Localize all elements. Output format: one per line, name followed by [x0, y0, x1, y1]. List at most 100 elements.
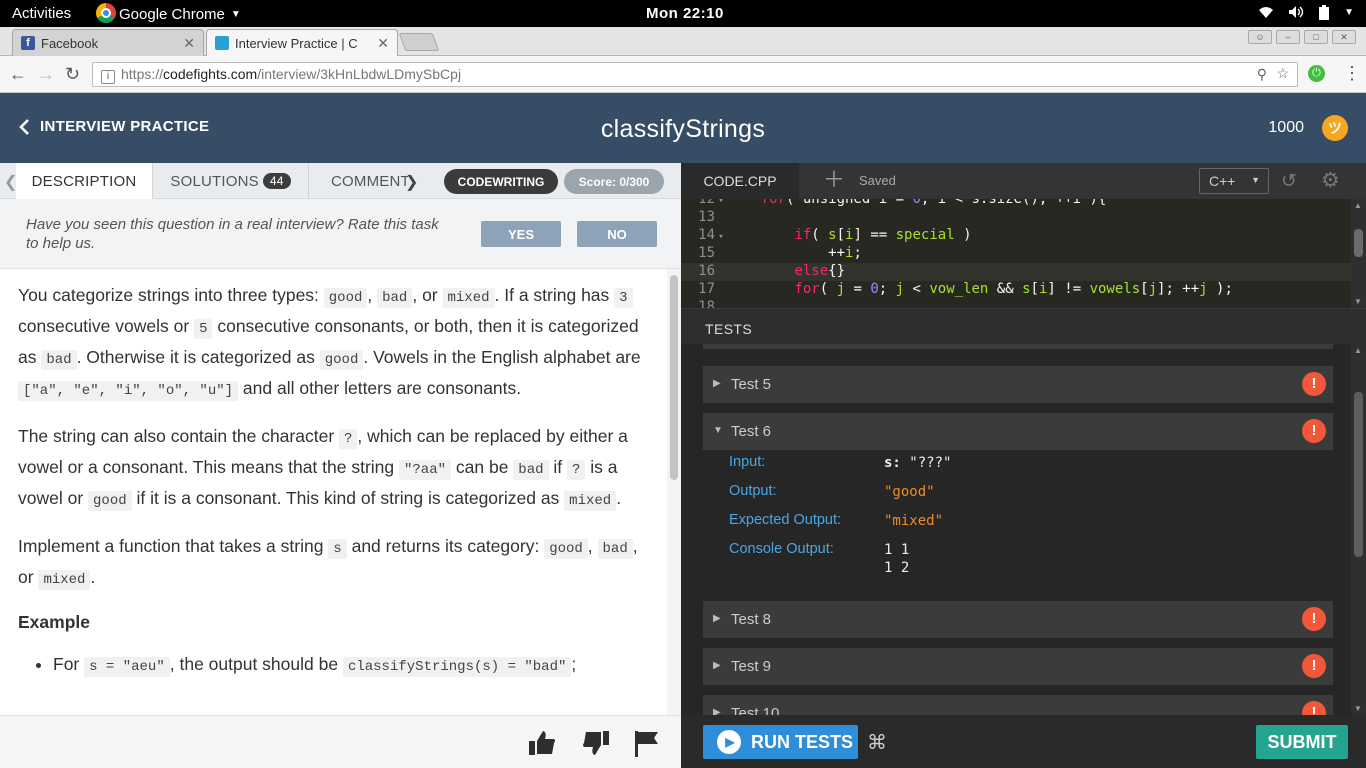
error-icon: !: [1302, 419, 1326, 443]
line-number: 14: [698, 227, 715, 243]
text-segment: and all other letters are consonants.: [238, 378, 522, 398]
scroll-down-icon[interactable]: ▼: [1354, 704, 1362, 713]
scroll-right-icon[interactable]: ❯: [405, 172, 418, 192]
input-value: s: "???": [884, 455, 951, 471]
close-window-icon[interactable]: ✕: [1332, 30, 1356, 44]
test-row-expanded[interactable]: ▼ Test 6 !: [703, 413, 1333, 450]
app-menu[interactable]: Google Chrome ▼: [96, 3, 241, 23]
text-segment: .: [616, 488, 622, 508]
editor-scrollbar[interactable]: ▲ ▼: [1351, 199, 1366, 308]
address-bar[interactable]: i https://codefights.com/interview/3kHnLb…: [92, 62, 1298, 87]
scroll-down-icon[interactable]: ▼: [1354, 297, 1362, 306]
language-select[interactable]: C++ ▼: [1199, 168, 1269, 194]
description-panel: ❮ DESCRIPTION SOLUTIONS 44 COMMENT ❯ CODE…: [0, 163, 681, 768]
reset-icon[interactable]: ↺: [1281, 170, 1297, 193]
scroll-up-icon[interactable]: ▲: [1354, 346, 1362, 355]
gear-icon[interactable]: ⚙: [1321, 168, 1340, 193]
forward-arrow-icon[interactable]: →: [37, 64, 55, 85]
chrome-menu-icon[interactable]: ⋮: [1343, 63, 1361, 84]
tab-code-file[interactable]: CODE.CPP: [681, 163, 799, 199]
thumbs-up-icon[interactable]: [528, 730, 556, 763]
code-line[interactable]: 12 ▾ for( unsigned i = 0; i < s.size(); +…: [681, 199, 1351, 209]
fold-icon[interactable]: ▾: [715, 199, 727, 206]
url-scheme: https://: [121, 66, 164, 82]
flag-icon[interactable]: [634, 730, 660, 765]
browser-tab-interview[interactable]: Interview Practice | C ✕: [206, 29, 398, 56]
code-line[interactable]: 14 ▾ if( s[i] == special ): [681, 227, 1351, 245]
inline-code: s = "aeu": [84, 657, 170, 677]
task-description: You categorize strings into three types:…: [18, 269, 654, 715]
save-status[interactable]: ＋ Saved: [823, 169, 896, 191]
scroll-up-icon[interactable]: ▲: [1354, 201, 1362, 210]
line-number: 18: [698, 299, 715, 308]
line-number: 16: [698, 263, 715, 279]
code-token: ;: [878, 281, 896, 297]
maximize-icon[interactable]: □: [1304, 30, 1328, 44]
error-icon: !: [1302, 701, 1326, 715]
no-button[interactable]: NO: [577, 221, 657, 247]
extension-icon[interactable]: ⏻: [1308, 65, 1325, 82]
inline-code: bad: [41, 350, 77, 370]
reload-icon[interactable]: ↻: [65, 64, 80, 85]
test-row[interactable]: ▶ Test 10 !: [703, 695, 1333, 715]
code-line[interactable]: 16 else{}: [681, 263, 1351, 281]
test-row[interactable]: ▶ Test 5 !: [703, 366, 1333, 403]
code-line[interactable]: 17 for( j = 0; j < vow_len && s[i] != vo…: [681, 281, 1351, 299]
coin-icon[interactable]: ツ: [1322, 115, 1348, 141]
close-tab-icon[interactable]: ✕: [377, 35, 389, 52]
codewriting-badge[interactable]: CODEWRITING: [444, 169, 558, 194]
editor-toolbar: CODE.CPP ＋ Saved C++ ▼ ↺ ⚙: [681, 163, 1366, 199]
test-row[interactable]: ▶ Test 8 !: [703, 601, 1333, 638]
inline-code: s: [328, 539, 347, 559]
keyboard-shortcut-icon[interactable]: ⌘: [867, 730, 887, 755]
zoom-icon[interactable]: ⚲: [1257, 66, 1267, 83]
description-scrollbar[interactable]: [667, 269, 681, 715]
language-value: C++: [1209, 173, 1236, 189]
bookmark-star-icon[interactable]: ☆: [1276, 65, 1289, 82]
minimize-icon[interactable]: –: [1276, 30, 1300, 44]
submit-button[interactable]: SUBMIT: [1256, 725, 1348, 759]
page-info-icon[interactable]: i: [101, 70, 115, 84]
scrollbar-thumb[interactable]: [1354, 229, 1363, 257]
system-tray[interactable]: ▼: [1258, 5, 1354, 24]
scrollbar-thumb[interactable]: [1354, 392, 1363, 557]
line-number: 13: [698, 209, 715, 225]
code-token: ): [954, 227, 972, 243]
profile-icon[interactable]: ☺: [1248, 30, 1272, 44]
code-token: else: [794, 263, 829, 279]
new-tab-button[interactable]: [398, 33, 440, 51]
solutions-count-badge: 44: [262, 173, 291, 189]
caret-down-icon: ▼: [713, 425, 723, 436]
run-tests-button[interactable]: ▶ RUN TESTS: [703, 725, 858, 759]
url-host: codefights.com: [163, 66, 258, 82]
inline-code: good: [323, 288, 368, 308]
code-token: vowels: [1089, 281, 1141, 297]
code-line[interactable]: 18: [681, 299, 1351, 308]
text-segment: For: [53, 654, 85, 674]
browser-tab-facebook[interactable]: f Facebook ✕: [12, 29, 204, 56]
run-tests-label: RUN TESTS: [751, 731, 854, 752]
code-line[interactable]: 15 ++i;: [681, 245, 1351, 263]
activities-button[interactable]: Activities: [12, 5, 71, 22]
output-label: Output:: [729, 483, 777, 499]
inline-code: classifyStrings(s) = "bad": [342, 657, 572, 677]
code-line[interactable]: 13: [681, 209, 1351, 227]
yes-button[interactable]: YES: [481, 221, 561, 247]
close-tab-icon[interactable]: ✕: [183, 35, 195, 52]
plus-icon[interactable]: ＋: [823, 169, 845, 191]
test-row-partial[interactable]: !: [703, 344, 1333, 349]
tests-scrollbar[interactable]: ▲ ▼: [1351, 344, 1366, 715]
tab-comments[interactable]: COMMENT: [310, 163, 408, 199]
inline-code: "?aa": [399, 460, 452, 480]
tab-solutions[interactable]: SOLUTIONS 44: [153, 163, 309, 199]
thumbs-down-icon[interactable]: [582, 730, 610, 763]
clock[interactable]: Mon 22:10: [646, 5, 724, 22]
fold-icon[interactable]: ▾: [715, 232, 727, 242]
code-editor[interactable]: 12 ▾ for( unsigned i = 0; i < s.size(); +…: [681, 199, 1351, 308]
tab-description[interactable]: DESCRIPTION: [16, 163, 153, 199]
code-panel: CODE.CPP ＋ Saved C++ ▼ ↺ ⚙ 12 ▾ for( unsi…: [681, 163, 1366, 768]
scrollbar-thumb[interactable]: [670, 275, 678, 480]
back-arrow-icon[interactable]: ←: [9, 64, 27, 85]
test-row[interactable]: ▶ Test 9 !: [703, 648, 1333, 685]
